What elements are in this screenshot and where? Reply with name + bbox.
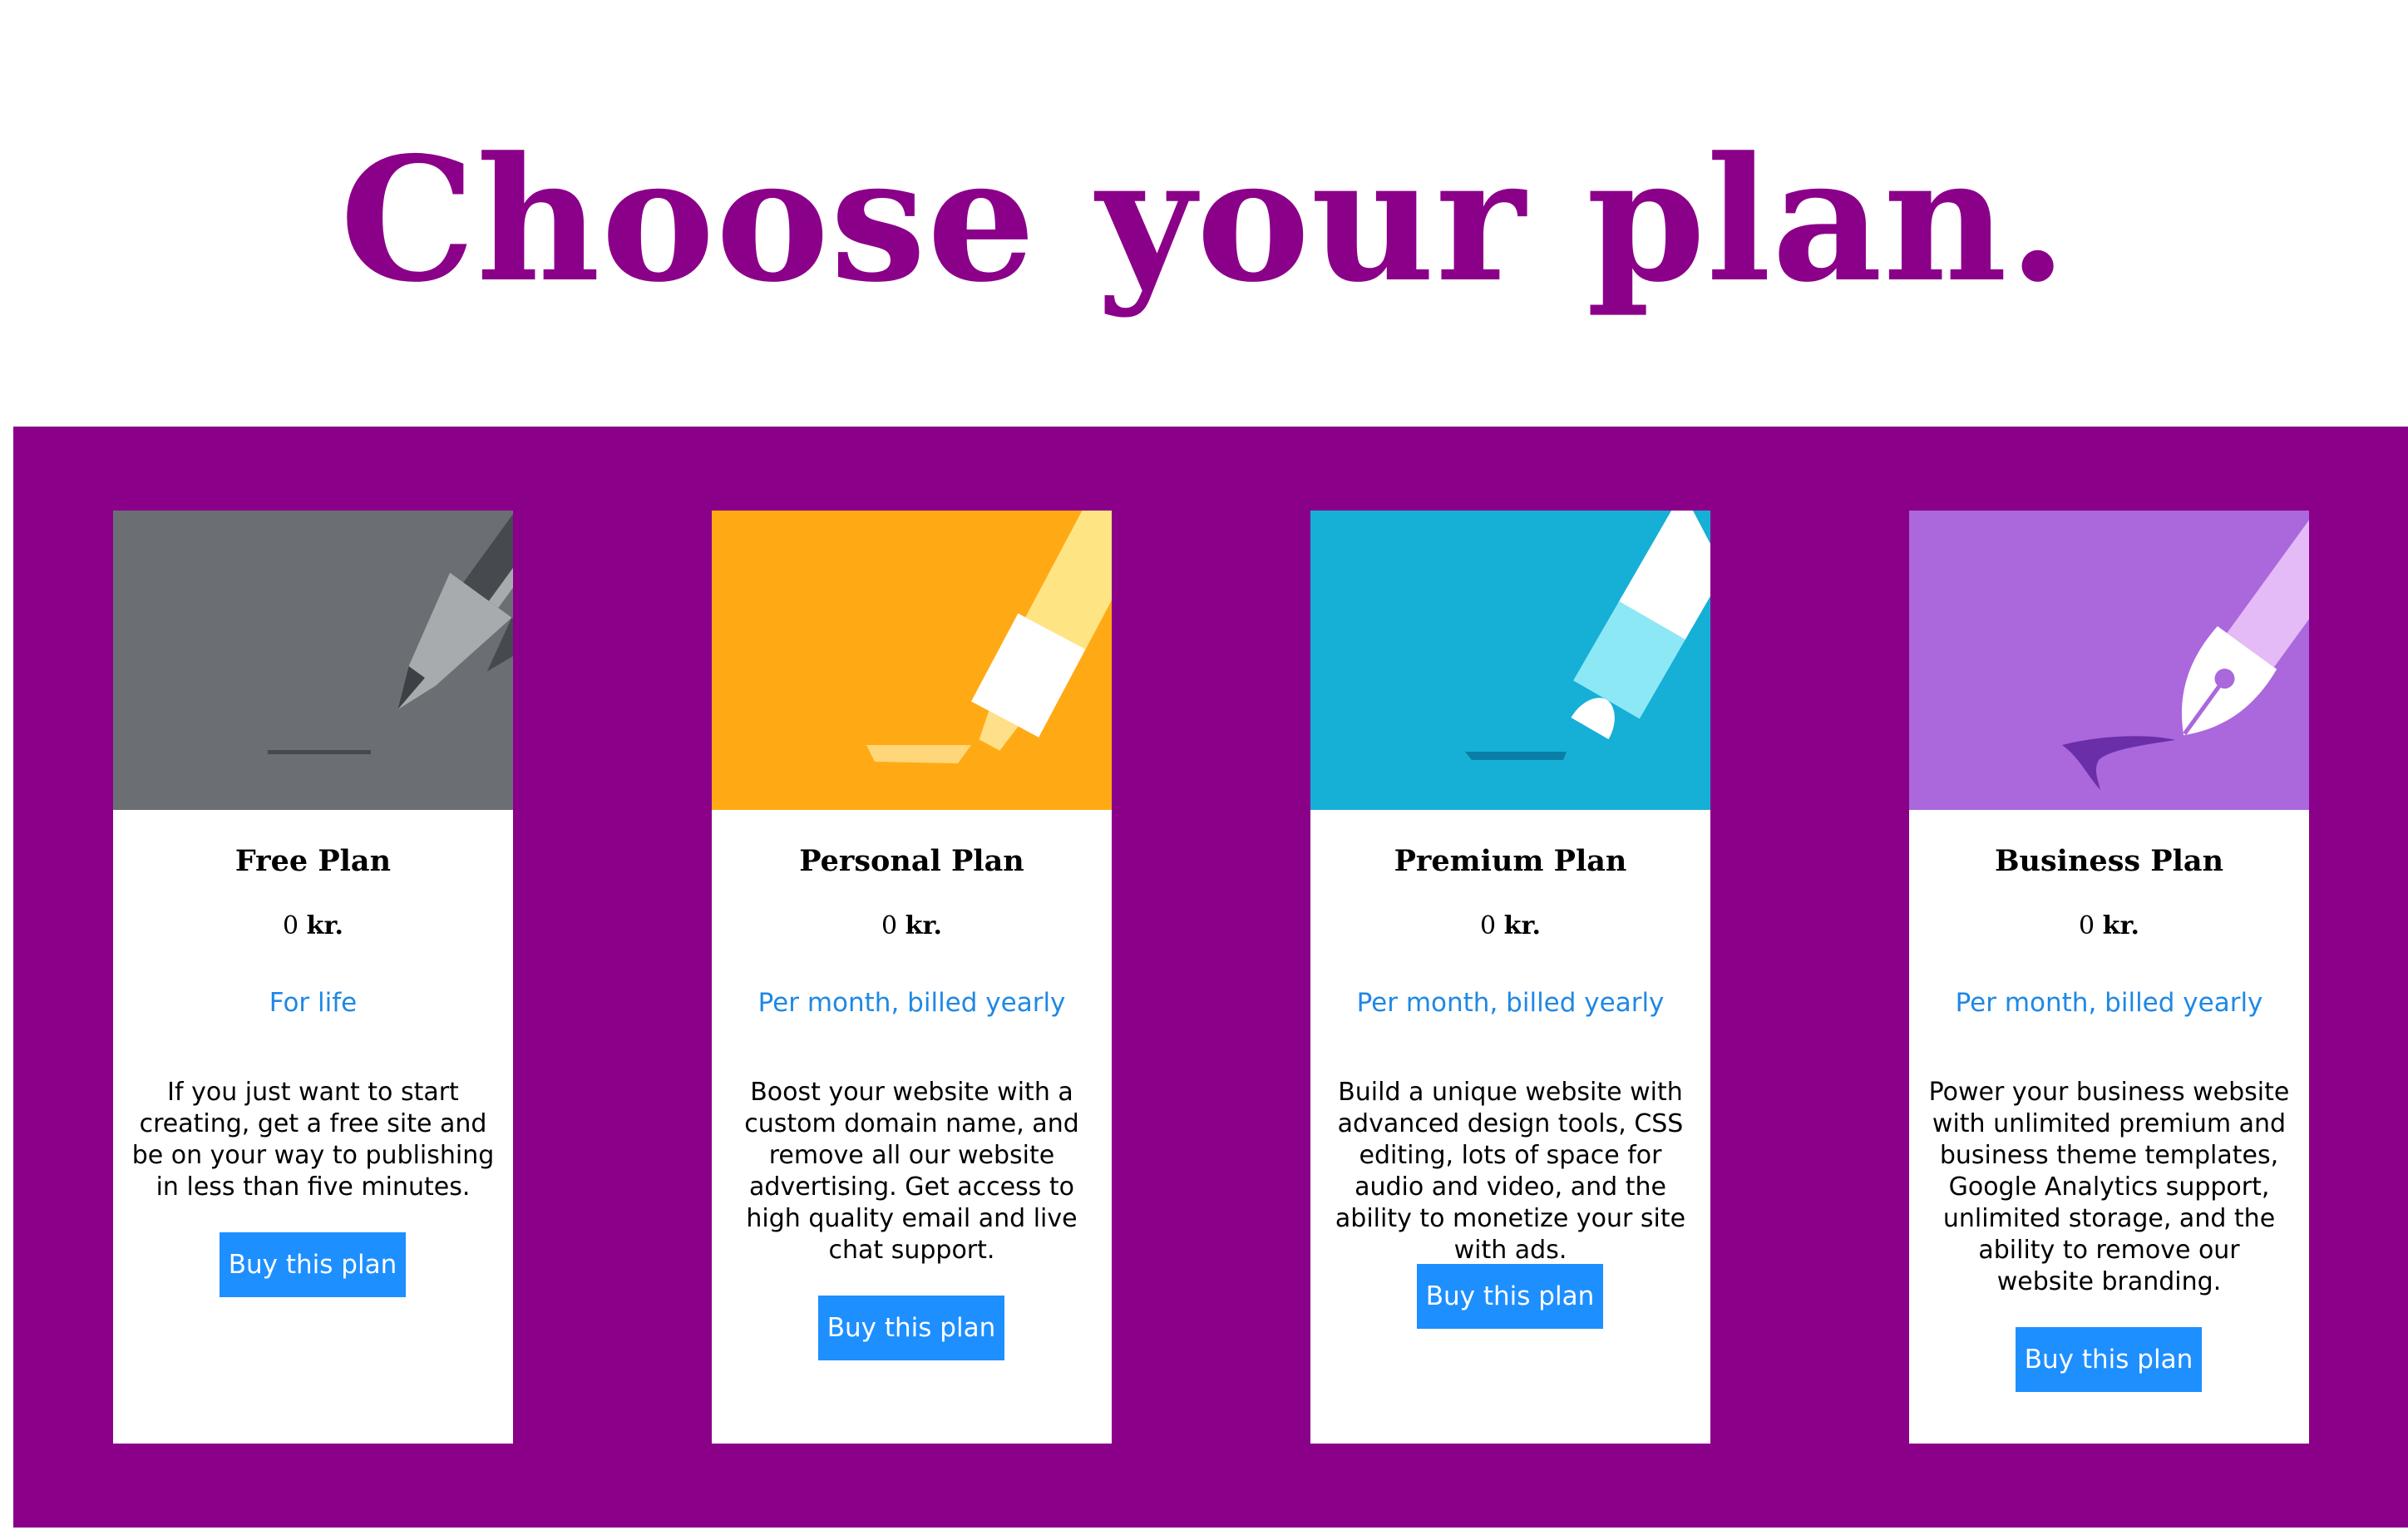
plan-illustration (113, 511, 513, 810)
plan-name: Personal Plan (799, 844, 1024, 878)
price-currency: kr. (2102, 911, 2139, 940)
billing-period: Per month, billed yearly (1356, 988, 1665, 1018)
plan-price: 0 kr. (1909, 910, 2309, 943)
plan-name: Premium Plan (1394, 844, 1627, 878)
plan-name: Free Plan (234, 844, 392, 878)
plan-card-premium: Premium Plan 0 kr. Per month, billed yea… (1310, 511, 1710, 1444)
plan-description: Boost your website with a custom domain … (744, 1078, 1079, 1265)
price-amount: 0 (2079, 911, 2095, 940)
plan-description: Power your business website with unlimit… (1928, 1078, 2290, 1296)
plan-card-business: Business Plan 0 kr. Per month, billed ye… (1909, 511, 2309, 1444)
plan-card-personal: Personal Plan 0 kr. Per month, billed ye… (712, 511, 1112, 1444)
plan-illustration (1909, 511, 2309, 810)
billing-period: Per month, billed yearly (757, 988, 1066, 1018)
plan-price: 0 kr. (712, 910, 1112, 943)
buy-plan-button[interactable]: Buy this plan (2016, 1327, 2202, 1392)
plan-description: Build a unique website with advanced des… (1335, 1078, 1686, 1265)
fountain-pen-icon (1909, 511, 2309, 810)
billing-period: For life (269, 988, 358, 1018)
plan-description: If you just want to start creating, get … (131, 1078, 495, 1202)
buy-plan-button[interactable]: Buy this plan (220, 1232, 406, 1297)
plan-illustration (712, 511, 1112, 810)
buy-plan-button[interactable]: Buy this plan (818, 1296, 1004, 1360)
ink-pen-icon (113, 511, 513, 810)
plan-name: Business Plan (1994, 844, 2224, 878)
price-amount: 0 (881, 911, 898, 940)
plan-price: 0 kr. (113, 910, 513, 943)
price-amount: 0 (1480, 911, 1497, 940)
price-amount: 0 (283, 911, 299, 940)
plan-price: 0 kr. (1310, 910, 1710, 943)
marker-icon (1310, 511, 1710, 810)
price-currency: kr. (306, 911, 343, 940)
highlighter-icon (712, 511, 1112, 810)
page-title: Choose your plan. (339, 121, 2069, 320)
plan-illustration (1310, 511, 1710, 810)
price-currency: kr. (1503, 911, 1541, 940)
plan-card-free: Free Plan 0 kr. For life If you just wan… (113, 511, 513, 1444)
price-currency: kr. (905, 911, 942, 940)
billing-period: Per month, billed yearly (1955, 988, 2263, 1018)
buy-plan-button[interactable]: Buy this plan (1417, 1264, 1603, 1329)
